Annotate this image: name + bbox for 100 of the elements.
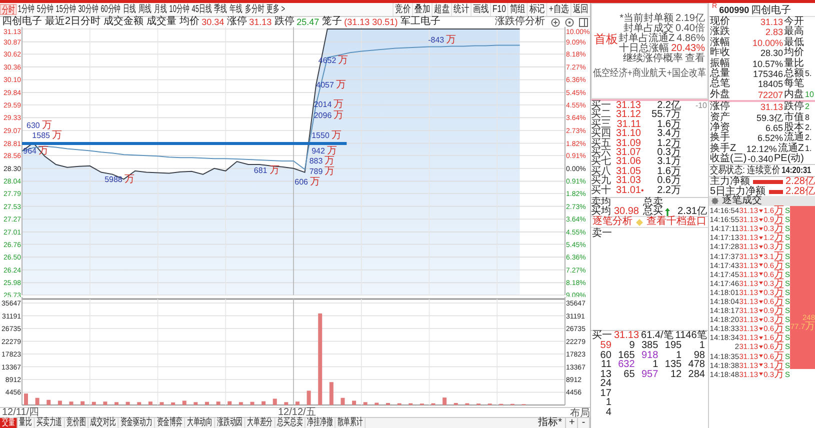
card-value: 20.43% — [671, 44, 705, 54]
quote-label: 换手 — [710, 133, 730, 144]
order-volume: 2.2亿 — [657, 101, 681, 110]
quote-label: 涨跌 — [710, 27, 730, 38]
queue-cell-text: 385 — [640, 341, 660, 350]
order-label: 买九 — [591, 176, 612, 186]
queue-cell-text: 195 — [664, 341, 683, 350]
order-volume: 3.1万 — [656, 157, 681, 167]
quote-label: 净资 — [710, 122, 730, 133]
quote-value: 59.3亿 — [756, 112, 783, 123]
info-label: 笼子 — [322, 17, 342, 27]
order-volume: 1.6万 — [656, 120, 681, 130]
quote-label: 换手Z — [710, 144, 736, 154]
queue-cell-text: 59 — [599, 341, 612, 350]
queue-cell-text: 60 — [599, 350, 612, 360]
order-flow-label: -843 万 — [428, 34, 456, 46]
quote-value: 6.52% — [757, 133, 783, 144]
quote-value: 5. — [805, 68, 812, 78]
card-label: 封单占流通Z — [618, 34, 675, 44]
queue-cell-text: 632 — [617, 360, 636, 370]
card-label: 继续涨停概率 — [623, 54, 683, 64]
quote-value: 8 — [805, 112, 810, 122]
flow-value: 2.28亿 — [786, 186, 815, 196]
flow-label: 5日主力净额 — [710, 186, 766, 196]
concept-list: 低空经济+商业航天+国企改革 — [593, 66, 706, 80]
queue-cell-text: 165 — [617, 350, 636, 360]
info-label: 跌停 — [274, 17, 295, 27]
quote-value: 2.83 — [765, 27, 783, 38]
quote-label: 振幅 — [710, 58, 730, 69]
order-volume: 55.7万 — [650, 110, 681, 120]
queue-cell-text: 478 — [687, 360, 706, 370]
quote-label: 量比 — [784, 58, 804, 69]
quote-label: 股本 — [784, 122, 804, 133]
quote-label: 总笔 — [710, 79, 730, 90]
quote-value: 2. — [805, 122, 812, 132]
info-value: (31.13 30.51) — [344, 17, 398, 27]
quote-value: 10 — [805, 90, 814, 99]
order-volume: 2.2万 — [656, 186, 681, 195]
card-value: 查看 — [685, 54, 705, 64]
queue-cell-text: 4 — [604, 408, 612, 417]
order-volume: 1.2万 — [656, 138, 681, 148]
flow-label: 主力净额 — [710, 177, 750, 187]
info-value: 30.34 — [202, 17, 224, 27]
quote-value: 28.30 — [760, 48, 783, 58]
quote-value: 72207 — [758, 90, 783, 100]
card-label: 十日总涨幅 — [619, 44, 670, 54]
order-flow-label: 5988 万 — [104, 174, 134, 186]
quote-label: 流通Z — [778, 144, 804, 154]
quote-value: 10.57% — [752, 58, 783, 69]
quote-value: 18405 — [758, 79, 783, 90]
order-volume: 3.4万 — [656, 129, 681, 139]
order-flow-label: 1550 万 — [312, 130, 342, 141]
order-flow-label: 681 万 — [254, 164, 280, 176]
queue-cell-text: 65 — [622, 370, 636, 379]
stock-code: 600990 — [719, 4, 750, 14]
info-label: 均价 — [180, 17, 200, 27]
order-label: 买四 — [591, 129, 612, 139]
sum-label: 总卖 — [643, 198, 664, 207]
quote-label: 涨幅 — [710, 38, 730, 48]
date-label: 12/11/四 — [2, 408, 40, 418]
queue-cell-text: 1 — [698, 341, 706, 350]
queue-cell-text: 13 — [599, 370, 612, 379]
status-time: 14:20:31 — [782, 165, 812, 176]
flow-value: 2.28亿 — [786, 177, 815, 187]
queue-cell-text: 1 — [676, 350, 683, 360]
quote-label: 每笔 — [784, 79, 804, 90]
trading-status: 交易状态: 连续竞价 — [710, 165, 780, 176]
stock-name: 四创电子 — [751, 4, 792, 16]
queue-cell-text: 98 — [694, 350, 706, 360]
order-flow-label: 606 万 — [294, 176, 320, 188]
queue-cell-text: 9 — [628, 341, 636, 350]
info-value: 31.13 — [249, 17, 272, 27]
order-flow-label: 883 万 — [309, 156, 335, 167]
queue-cell-text: 17 — [599, 388, 612, 398]
info-label: 成交金额 — [104, 17, 144, 27]
order-price: 31.13 — [614, 101, 641, 110]
quote-value: -0.340 — [748, 154, 774, 164]
quote-value: 1. — [805, 144, 812, 153]
order-flow-label: 630 万 — [26, 120, 52, 132]
quote-label: 现价 — [710, 17, 730, 27]
quote-value: 31.13 — [760, 17, 783, 27]
quote-value: 2. — [805, 133, 812, 142]
card-value: 2.19亿 — [676, 14, 705, 24]
order-label: 买八 — [591, 166, 612, 176]
order-label: 买五 — [591, 138, 612, 148]
date-label: 12/12/五 — [278, 408, 316, 418]
quote-value: 175346 — [752, 68, 783, 79]
order-label: 买三 — [591, 120, 612, 130]
queue-cell-text: 11 — [600, 360, 612, 370]
queue-label: 买一 — [592, 331, 612, 341]
order-flow-label: 942 万 — [312, 146, 337, 157]
quote-label: 市值 — [784, 112, 804, 123]
sum-value: 30.98 — [614, 206, 639, 217]
stock-name: 四创电子 — [2, 17, 42, 27]
quote-label: 收益(三) — [710, 154, 747, 164]
queue-cell-text: 1 — [604, 398, 612, 408]
board-label: 首板 — [594, 30, 618, 48]
quote-label: 最高 — [784, 27, 804, 38]
order-price: 31.05 — [614, 166, 641, 176]
order-note: • — [641, 186, 644, 195]
